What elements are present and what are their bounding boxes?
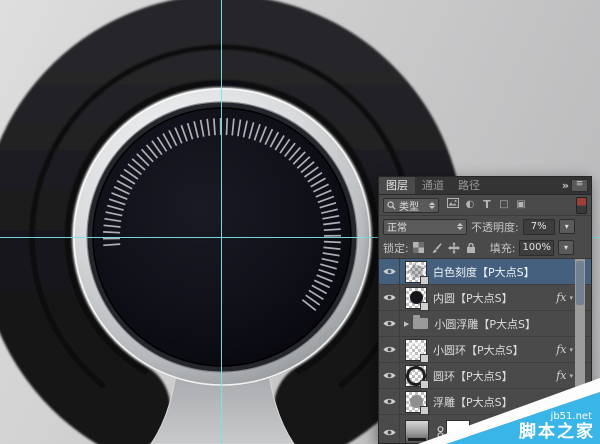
layer-badge-icon: [420, 380, 429, 389]
eye-icon: [383, 267, 396, 276]
layer-name[interactable]: 小圆浮雕【P大点S】: [434, 316, 536, 332]
lock-row: 锁定: 填充: 100% ▾: [379, 237, 591, 258]
filter-shape-icon[interactable]: □: [498, 199, 510, 211]
layer-name[interactable]: 白色刻度【P大点S】: [433, 264, 535, 280]
tab-paths[interactable]: 路径: [451, 177, 487, 194]
opacity-label: 不透明度:: [471, 219, 519, 235]
layer-row-emboss[interactable]: 浮雕【P大点S】 fx ▾: [379, 389, 591, 415]
eye-icon: [383, 397, 396, 406]
group-disclosure-icon[interactable]: ▶: [404, 320, 409, 328]
layer-badge-icon: [420, 354, 429, 363]
fill-label: 填充:: [490, 240, 516, 256]
visibility-toggle[interactable]: [379, 259, 400, 284]
layer-row-white-ticks[interactable]: 白色刻度【P大点S】: [379, 259, 591, 285]
layer-thumbnail[interactable]: [405, 365, 427, 387]
layer-row-ring[interactable]: 圆环【P大点S】 fx ▾: [379, 363, 591, 389]
eye-icon: [383, 345, 396, 354]
layer-thumbnail[interactable]: [405, 339, 427, 361]
search-icon: [387, 201, 396, 210]
eye-icon: [383, 428, 396, 437]
filter-pixel-icon[interactable]: [447, 198, 459, 212]
lock-label: 锁定:: [383, 240, 409, 256]
lock-pixels-icon[interactable]: [430, 242, 442, 254]
filter-adjustment-icon[interactable]: ◐: [464, 199, 476, 211]
layer-name[interactable]: 圆环【P大点S】: [433, 368, 513, 384]
layers-panel: 图层 通道 路径 » ≡ 类型 ◐ T: [378, 176, 592, 444]
panel-tab-bar: 图层 通道 路径 » ≡: [379, 177, 591, 195]
scrollbar-thumb[interactable]: [576, 261, 584, 305]
layer-name[interactable]: 浮雕【P大点S】: [433, 394, 513, 410]
layer-badge-icon: [420, 276, 429, 285]
layer-effects-label[interactable]: fx: [556, 291, 566, 304]
layers-scrollbar[interactable]: [575, 259, 585, 443]
photoshop-canvas: 图层 通道 路径 » ≡ 类型 ◐ T: [0, 0, 600, 444]
layer-badge-icon: [420, 406, 429, 415]
layer-row-inner-circle[interactable]: 内圆【P大点S】 fx ▾: [379, 285, 591, 311]
tab-layers[interactable]: 图层: [379, 177, 415, 194]
combo-arrows-icon: [429, 202, 435, 209]
guide-vertical[interactable]: [221, 0, 222, 444]
layer-name[interactable]: 小圆环【P大点S】: [433, 342, 524, 358]
layer-thumbnail[interactable]: [405, 261, 427, 283]
layer-effects-label[interactable]: fx: [556, 369, 566, 382]
lock-transparency-icon[interactable]: [413, 242, 424, 253]
blend-mode-select[interactable]: 正常: [383, 219, 467, 235]
filter-type-label: 类型: [399, 198, 419, 213]
opacity-dropdown-button[interactable]: ▾: [559, 219, 575, 234]
folder-icon: [413, 318, 428, 329]
fill-value[interactable]: 100%: [519, 240, 554, 256]
layer-row-small-ring[interactable]: 小圆环【P大点S】 fx ▾: [379, 337, 591, 363]
combo-arrows-icon: [457, 223, 463, 230]
panel-menu-button[interactable]: ≡: [571, 179, 588, 192]
layer-mask-thumbnail[interactable]: [446, 420, 470, 443]
layer-thumbnail[interactable]: [405, 420, 429, 443]
layer-thumbnail[interactable]: [405, 287, 427, 309]
filter-on-off-toggle[interactable]: [576, 197, 587, 214]
visibility-toggle[interactable]: [379, 363, 400, 388]
effects-collapse-icon[interactable]: ▾: [569, 398, 573, 406]
layer-row-small-circle-emboss-group[interactable]: ▶ 小圆浮雕【P大点S】: [379, 311, 591, 337]
eye-icon: [383, 293, 396, 302]
filter-type-select[interactable]: 类型: [383, 198, 439, 213]
layers-list: 白色刻度【P大点S】 内圆【P大点S】 fx ▾ ▶ 小圆浮雕【P大点S】: [379, 258, 591, 443]
eye-icon: [383, 319, 396, 328]
visibility-toggle[interactable]: [379, 415, 400, 443]
blend-mode-value: 正常: [387, 219, 407, 234]
layer-row-background[interactable]: [379, 415, 591, 443]
filter-smart-object-icon[interactable]: ▣: [515, 199, 527, 211]
layer-badge-icon: [420, 302, 429, 311]
blend-mode-row: 正常 不透明度: 7% ▾: [379, 216, 591, 237]
layer-thumbnail[interactable]: [405, 391, 427, 413]
effects-collapse-icon[interactable]: ▾: [569, 346, 573, 354]
visibility-toggle[interactable]: [379, 311, 400, 336]
layer-effects-label[interactable]: fx: [556, 343, 566, 356]
filter-type-icon[interactable]: T: [481, 199, 493, 211]
effects-collapse-icon[interactable]: ▾: [569, 372, 573, 380]
effects-collapse-icon[interactable]: ▾: [569, 294, 573, 302]
opacity-value[interactable]: 7%: [523, 219, 555, 235]
lock-position-icon[interactable]: [448, 242, 460, 254]
eye-icon: [383, 371, 396, 380]
fill-dropdown-button[interactable]: ▾: [558, 240, 574, 255]
mask-link-icon: [437, 426, 444, 439]
tab-channels[interactable]: 通道: [415, 177, 451, 194]
lock-all-icon[interactable]: [466, 242, 476, 254]
layer-effects-label[interactable]: fx: [556, 395, 566, 408]
visibility-toggle[interactable]: [379, 337, 400, 362]
visibility-toggle[interactable]: [379, 285, 400, 310]
visibility-toggle[interactable]: [379, 389, 400, 414]
layer-name[interactable]: 内圆【P大点S】: [433, 290, 513, 306]
layer-filter-row: 类型 ◐ T □ ▣: [379, 195, 591, 216]
collapse-panel-icon[interactable]: »: [562, 181, 567, 191]
